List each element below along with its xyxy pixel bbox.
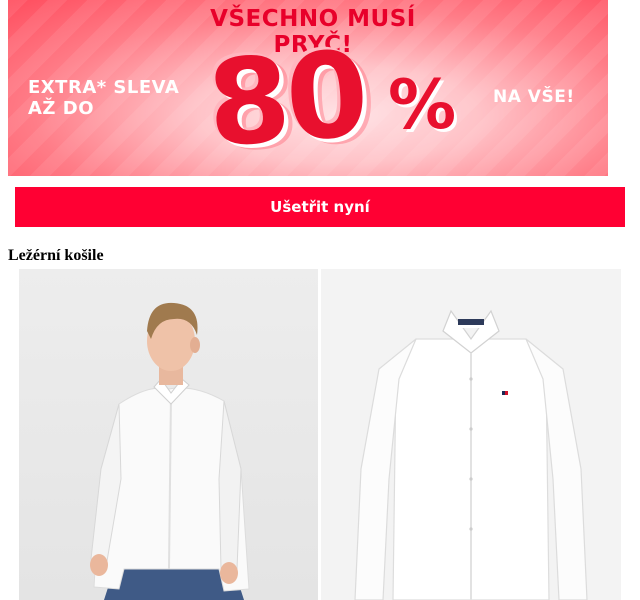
banner-suffix: NA VŠE! (493, 87, 575, 107)
banner-extra-line1: EXTRA* SLEVA (28, 77, 180, 98)
banner-discount-number: 80 (203, 24, 369, 174)
banner-percent-sign: % (388, 66, 457, 145)
section-title: Ležérní košile (8, 247, 104, 264)
product-image-man-shirt[interactable] (19, 269, 318, 600)
man-in-shirt-illustration (90, 302, 250, 600)
save-now-button[interactable]: Ušetřit nyní (15, 187, 625, 227)
promo-banner[interactable]: VŠECHNO MUSÍ PRYČ! EXTRA* SLEVA AŽ DO 80… (8, 0, 608, 176)
white-shirt-illustration (354, 309, 588, 600)
product-image-white-shirt[interactable] (321, 269, 621, 600)
banner-extra-text: EXTRA* SLEVA AŽ DO (28, 77, 179, 119)
banner-extra-line2: AŽ DO (28, 98, 94, 119)
